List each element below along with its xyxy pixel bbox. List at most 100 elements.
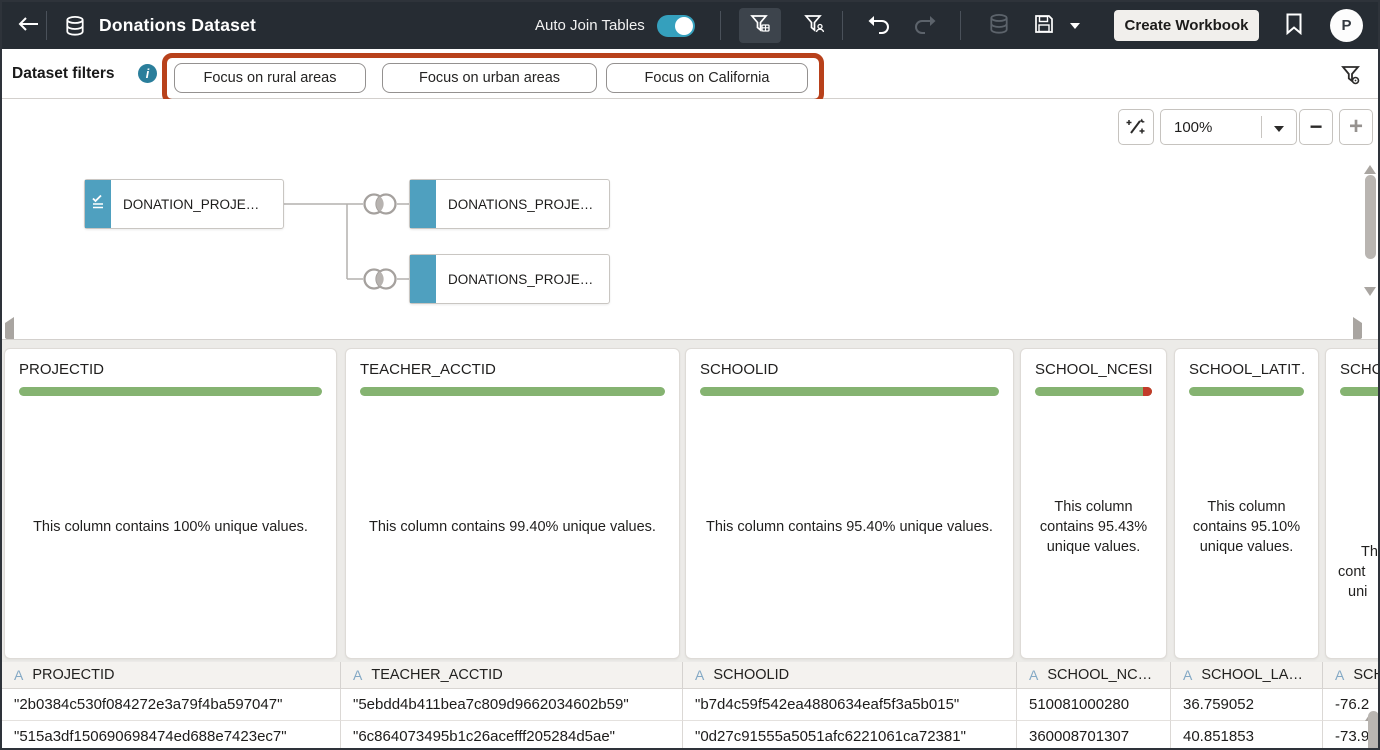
quality-bar bbox=[1189, 387, 1304, 396]
dataset-database-icon bbox=[64, 2, 86, 49]
filter-table-icon bbox=[748, 12, 772, 39]
back-button[interactable] bbox=[12, 2, 44, 49]
minus-icon: − bbox=[1310, 116, 1323, 138]
attribute-type-icon: A bbox=[1183, 667, 1192, 683]
attribute-type-icon: A bbox=[1335, 667, 1344, 683]
column-header-school-ncesid[interactable]: ASCHOOL_NC… bbox=[1017, 662, 1171, 689]
column-card-clipped[interactable]: SCHC Th cont uni bbox=[1325, 348, 1380, 659]
column-card-title: SCHOOL_NCESID bbox=[1035, 361, 1152, 378]
attribute-type-icon: A bbox=[353, 667, 362, 683]
column-card-projectid[interactable]: PROJECTID This column contains 100% uniq… bbox=[4, 348, 337, 659]
filter-gear-icon bbox=[1338, 76, 1364, 91]
topbar-divider bbox=[842, 11, 843, 40]
column-card-teacher-acctid[interactable]: TEACHER_ACCTID This column contains 99.4… bbox=[345, 348, 680, 659]
column-header-teacher-acctid[interactable]: ATEACHER_ACCTID bbox=[341, 662, 683, 689]
column-header-clipped[interactable]: ASCH bbox=[1323, 662, 1380, 689]
vertical-scrollbar-thumb[interactable] bbox=[1365, 175, 1376, 259]
quality-bar-red-segment bbox=[1143, 387, 1152, 396]
select-divider bbox=[1261, 116, 1262, 138]
dataset-filters-button[interactable] bbox=[739, 8, 781, 43]
info-icon[interactable]: i bbox=[138, 64, 157, 83]
table-cell: 40.851853 bbox=[1171, 721, 1323, 750]
zoom-level-select[interactable]: 100% bbox=[1160, 109, 1297, 145]
save-menu-button[interactable] bbox=[1062, 8, 1088, 43]
zoom-in-button[interactable]: + bbox=[1339, 109, 1373, 145]
data-preview-panel: PROJECTID This column contains 100% uniq… bbox=[2, 339, 1380, 750]
dataset-editor-window: Donations Dataset Auto Join Tables bbox=[0, 0, 1380, 750]
column-card-school-ncesid[interactable]: SCHOOL_NCESID This column contains 95.43… bbox=[1020, 348, 1167, 659]
topbar: Donations Dataset Auto Join Tables bbox=[2, 2, 1378, 49]
column-card-title: SCHOOL_LATIT… bbox=[1189, 361, 1304, 378]
node-label: DONATION_PROJE… bbox=[111, 197, 259, 212]
save-button[interactable] bbox=[1028, 8, 1060, 43]
topbar-divider bbox=[46, 11, 47, 40]
node-label: DONATIONS_PROJE… bbox=[436, 272, 593, 287]
filter-chip-california[interactable]: Focus on California bbox=[606, 63, 808, 93]
topbar-divider bbox=[960, 11, 961, 40]
bookmark-button[interactable] bbox=[1276, 8, 1312, 43]
join-icon bbox=[365, 195, 396, 214]
table-node-donations-proje-1[interactable]: DONATIONS_PROJE… bbox=[409, 179, 610, 229]
table-cell: 510081000280 bbox=[1017, 689, 1171, 721]
table-cell: "5ebdd4b411bea7c809d9662034602b59" bbox=[341, 689, 683, 721]
quality-note: This column contains 95.40% unique value… bbox=[686, 396, 1013, 658]
rows-scrollbar-thumb[interactable] bbox=[1368, 711, 1379, 750]
quality-bar bbox=[700, 387, 999, 396]
node-accent-bar bbox=[410, 180, 436, 228]
rows-scroll-up-arrow[interactable] bbox=[1365, 697, 1377, 712]
join-diagram-canvas[interactable]: 100% − + bbox=[2, 99, 1380, 339]
table-cell: "515a3df150690698474ed688e7423ec7" bbox=[2, 721, 341, 750]
table-cell: "2b0384c530f084272e3a79f4ba597047" bbox=[2, 689, 341, 721]
node-accent-bar bbox=[85, 180, 111, 228]
quality-note: This column contains 95.10% unique value… bbox=[1175, 396, 1318, 658]
quality-bar bbox=[19, 387, 322, 396]
column-filter-button[interactable] bbox=[1338, 62, 1364, 88]
attribute-type-icon: A bbox=[1029, 667, 1038, 683]
quality-bar bbox=[360, 387, 665, 396]
scroll-left-arrow[interactable] bbox=[5, 323, 14, 338]
auto-join-label: Auto Join Tables bbox=[535, 2, 645, 49]
zoom-level-value: 100% bbox=[1161, 119, 1212, 136]
create-workbook-button[interactable]: Create Workbook bbox=[1114, 10, 1259, 41]
table-node-donation-proje[interactable]: DONATION_PROJE… bbox=[84, 179, 284, 229]
column-card-school-latitude[interactable]: SCHOOL_LATIT… This column contains 95.10… bbox=[1174, 348, 1319, 659]
scroll-up-arrow[interactable] bbox=[1364, 150, 1376, 165]
dataset-filters-label: Dataset filters bbox=[12, 49, 115, 98]
column-card-schoolid[interactable]: SCHOOLID This column contains 95.40% uni… bbox=[685, 348, 1014, 659]
table-node-donations-proje-2[interactable]: DONATIONS_PROJE… bbox=[409, 254, 610, 304]
auto-layout-button[interactable] bbox=[1118, 109, 1154, 145]
table-cell: 36.759052 bbox=[1171, 689, 1323, 721]
scroll-right-arrow[interactable] bbox=[1353, 323, 1362, 338]
redo-button[interactable] bbox=[905, 8, 947, 43]
zoom-out-button[interactable]: − bbox=[1299, 109, 1333, 145]
scroll-down-arrow[interactable] bbox=[1364, 296, 1376, 311]
topbar-divider bbox=[720, 11, 721, 40]
column-card-title: PROJECTID bbox=[19, 361, 322, 378]
user-avatar[interactable]: P bbox=[1330, 9, 1363, 42]
column-header-school-latitude[interactable]: ASCHOOL_LA… bbox=[1171, 662, 1323, 689]
plus-icon: + bbox=[1349, 115, 1363, 139]
left-arrow-icon bbox=[17, 16, 39, 35]
table-cell: "6c864073495b1c26acefff205284d5ae" bbox=[341, 721, 683, 750]
auto-join-toggle[interactable] bbox=[657, 15, 695, 37]
column-header-schoolid[interactable]: ASCHOOLID bbox=[683, 662, 1017, 689]
table-cell: 360008701307 bbox=[1017, 721, 1171, 750]
attribute-type-icon: A bbox=[695, 667, 704, 683]
column-header-projectid[interactable]: APROJECTID bbox=[2, 662, 341, 689]
filter-chip-rural[interactable]: Focus on rural areas bbox=[174, 63, 366, 93]
column-card-title: SCHOOLID bbox=[700, 361, 999, 378]
undo-icon bbox=[865, 14, 891, 37]
data-preview-button[interactable] bbox=[978, 8, 1020, 43]
toggle-knob bbox=[675, 17, 693, 35]
quality-note: Th cont uni bbox=[1326, 396, 1380, 658]
undo-button[interactable] bbox=[857, 8, 899, 43]
quality-note: This column contains 99.40% unique value… bbox=[346, 396, 679, 658]
checklist-icon bbox=[90, 194, 106, 215]
redo-icon bbox=[913, 14, 939, 37]
user-filters-button[interactable] bbox=[793, 8, 835, 43]
attribute-type-icon: A bbox=[14, 667, 23, 683]
filter-chip-urban[interactable]: Focus on urban areas bbox=[382, 63, 597, 93]
magic-wand-icon bbox=[1125, 115, 1147, 140]
chevron-down-icon bbox=[1070, 23, 1080, 29]
page-title: Donations Dataset bbox=[99, 2, 256, 49]
